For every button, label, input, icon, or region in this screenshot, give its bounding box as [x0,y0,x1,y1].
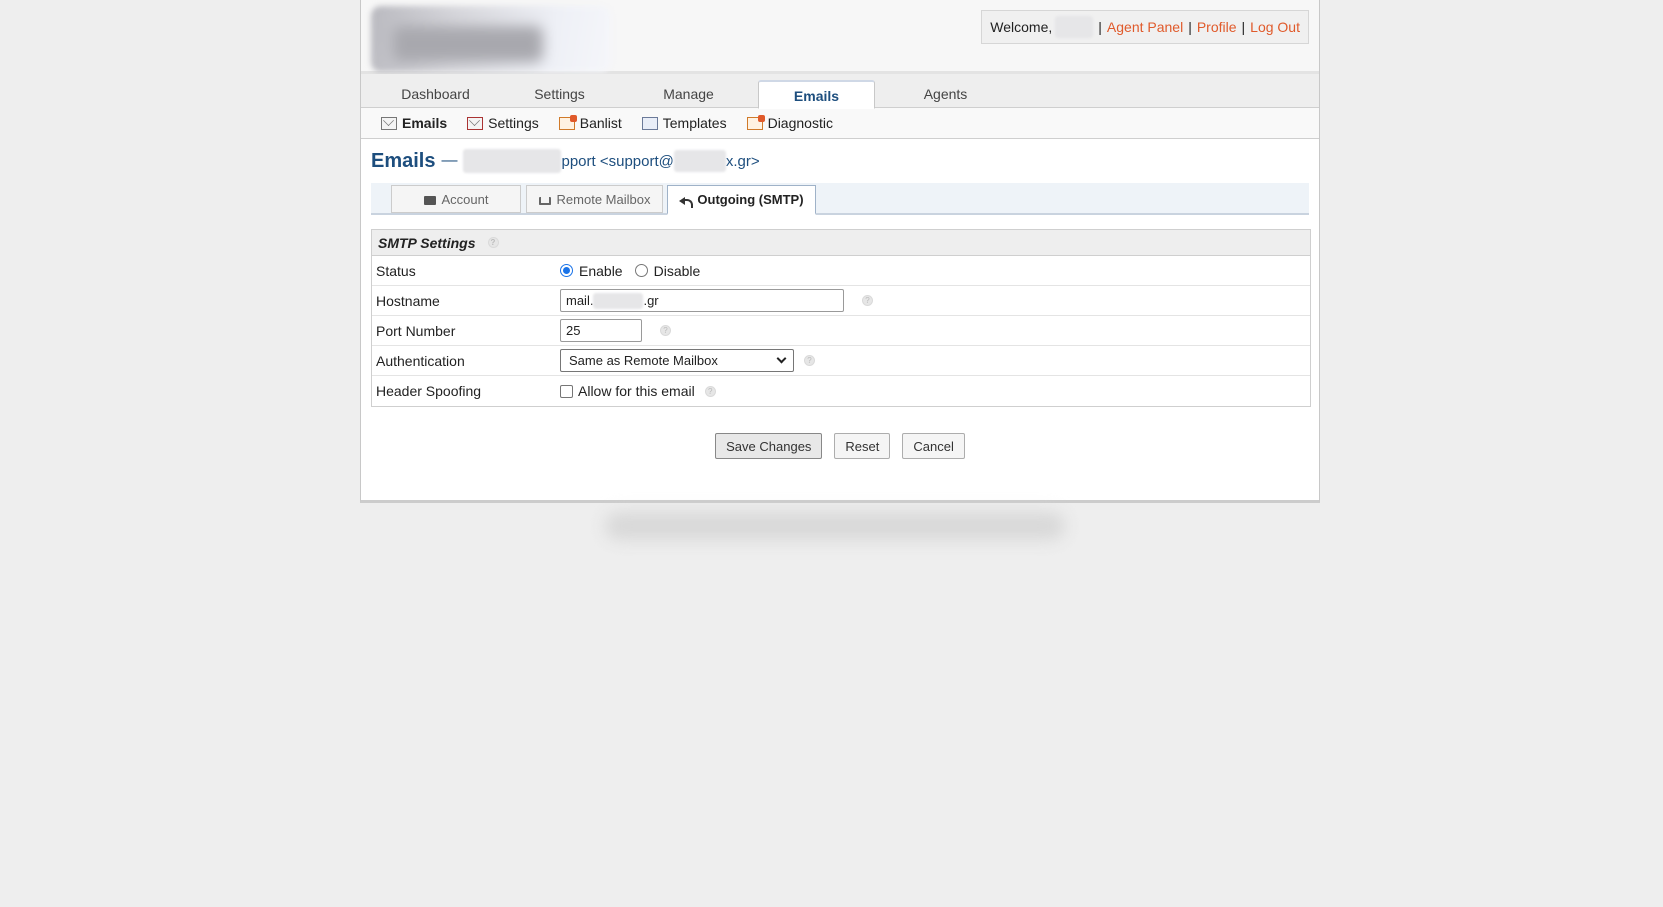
tab-outgoing-smtp-label: Outgoing (SMTP) [697,192,804,207]
logout-link[interactable]: Log Out [1250,19,1300,35]
hostname-field: mail. .gr ? [560,289,873,312]
help-icon[interactable]: ? [704,385,716,397]
envelope-icon [381,116,397,130]
save-changes-button[interactable]: Save Changes [715,433,823,459]
subnav-settings-label: Settings [488,115,539,131]
diagnostic-icon [746,114,765,130]
subnav-templates-label: Templates [662,115,727,131]
subnav-settings[interactable]: Settings [467,115,539,131]
profile-link[interactable]: Profile [1197,19,1237,35]
nav-tab-settings[interactable]: Settings [501,80,618,108]
port-field: 25 ? [560,319,671,342]
header-spoofing-label: Header Spoofing [376,383,482,399]
user-info: Welcome, | Agent Panel | Profile | Log O… [981,10,1309,44]
row-status: Status Enable Disable [372,256,1310,286]
tab-outgoing-smtp[interactable]: Outgoing (SMTP) [667,185,816,215]
separator: | [1188,19,1192,35]
hostname-prefix: mail. [566,293,594,308]
port-input[interactable]: 25 [560,319,642,342]
header-spoofing-field: Allow for this email ? [560,383,716,399]
row-authentication: Authentication Same as Remote Mailbox ? [372,346,1310,376]
help-icon[interactable]: ? [487,237,499,248]
footer [605,512,1065,540]
subnav-emails[interactable]: Emails [381,115,447,131]
content: Emails — pport <support@ x.gr> Account R… [361,139,1319,459]
reset-button[interactable]: Reset [834,433,891,459]
form-buttons: Save Changes Reset Cancel [371,433,1309,459]
subnav-diagnostic-label: Diagnostic [767,115,833,131]
agent-panel-link[interactable]: Agent Panel [1107,19,1183,35]
hostname-input[interactable]: mail. .gr [560,289,844,312]
tab-remote-mailbox-label: Remote Mailbox [556,192,651,207]
subnav-templates[interactable]: Templates [641,115,727,131]
banlist-icon [558,114,577,130]
subnav-banlist-label: Banlist [579,115,622,131]
authentication-select[interactable]: Same as Remote Mailbox [560,349,794,372]
authentication-field: Same as Remote Mailbox ? [560,349,815,372]
allow-spoofing-checkbox[interactable] [560,384,573,398]
separator: | [1098,19,1102,35]
page-title: Emails — pport <support@ x.gr> [371,149,1309,173]
status-enable-radio[interactable] [560,264,573,277]
redacted-hostname [593,292,644,309]
reply-icon [679,196,694,208]
smtp-settings-heading: SMTP Settings [378,234,476,251]
page-title-text: Emails [371,149,436,172]
subnav-emails-label: Emails [402,115,448,131]
header: Welcome, | Agent Panel | Profile | Log O… [361,0,1319,74]
separator: | [1241,19,1246,35]
inbox-icon [538,196,551,205]
cancel-button[interactable]: Cancel [902,433,965,459]
help-icon[interactable]: ? [660,325,671,336]
status-field: Enable Disable [560,263,700,279]
email-tabs: Account Remote Mailbox Outgoing (SMTP) [371,183,1309,215]
main-container: Welcome, | Agent Panel | Profile | Log O… [360,0,1320,503]
tab-remote-mailbox[interactable]: Remote Mailbox [526,185,663,213]
envelope-settings-icon [467,116,484,130]
user-name [1055,16,1094,38]
status-disable-label: Disable [653,262,701,279]
templates-icon [641,116,658,130]
redacted-domain [673,150,726,172]
status-disable-radio[interactable] [634,264,648,277]
status-enable-label: Enable [579,262,623,279]
redacted-name [463,149,562,173]
authentication-label: Authentication [376,352,465,369]
chevron-down-icon [776,353,787,364]
authentication-value: Same as Remote Mailbox [569,353,718,368]
email-address-tail: x.gr> [725,152,760,170]
subnav-banlist[interactable]: Banlist [558,114,622,131]
tab-account-label: Account [441,192,489,207]
envelope-icon [423,196,436,206]
welcome-label: Welcome, [990,19,1053,35]
hostname-suffix: .gr [643,293,659,308]
row-hostname: Hostname mail. .gr ? [372,286,1310,316]
tab-account[interactable]: Account [391,185,521,213]
smtp-settings-table: SMTP Settings ? Status Enable Disable Ho… [371,229,1311,407]
hostname-label: Hostname [376,292,440,309]
subnav-diagnostic[interactable]: Diagnostic [746,114,833,131]
sub-nav: Emails Settings Banlist Templates Diagno… [361,108,1319,139]
main-nav: Dashboard Settings Manage Emails Agents [361,74,1319,109]
port-label: Port Number [376,322,456,339]
row-header-spoofing: Header Spoofing Allow for this email ? [372,376,1310,406]
nav-tab-agents[interactable]: Agents [887,80,1004,108]
smtp-settings-header: SMTP Settings ? [372,230,1310,256]
site-logo[interactable] [371,6,611,72]
title-dash: — [441,152,458,169]
row-port: Port Number 25 ? [372,316,1310,346]
help-icon[interactable]: ? [862,295,873,306]
nav-tab-dashboard[interactable]: Dashboard [377,80,494,108]
email-address-part: pport <support@ [561,152,674,170]
status-label: Status [376,262,416,279]
nav-tab-manage[interactable]: Manage [630,80,747,108]
nav-tab-emails[interactable]: Emails [758,80,875,109]
allow-spoofing-label: Allow for this email [578,383,695,399]
help-icon[interactable]: ? [804,355,815,366]
